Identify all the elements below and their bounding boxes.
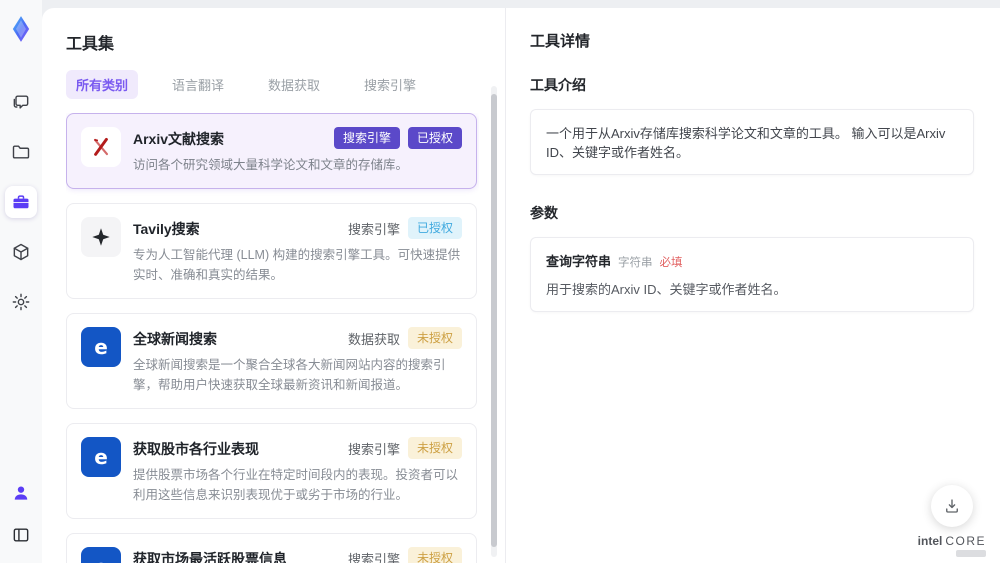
tool-status-badge: 未授权	[407, 547, 462, 563]
tool-name: 获取股市各行业表现	[133, 441, 259, 457]
parameter-name: 查询字符串	[546, 254, 612, 269]
category-tabs: 所有类别 语言翻译 数据获取 搜索引擎	[66, 70, 479, 99]
sidebar-item-toolbox[interactable]	[5, 186, 37, 218]
sidebar-item-models[interactable]	[5, 236, 37, 268]
tools-panel: 工具集 所有类别 语言翻译 数据获取 搜索引擎 Arxiv文献搜索 搜索引擎 已授权 访问各…	[42, 8, 505, 563]
news-icon: e	[81, 327, 121, 367]
page-title: 工具集	[66, 36, 115, 53]
app-logo-icon	[4, 12, 38, 46]
tool-description: 访问各个研究领域大量科学论文和文章的存储库。	[133, 158, 409, 172]
tool-intro-box: 一个用于从Arxiv存储库搜索科学论文和文章的工具。 输入可以是Arxiv ID…	[530, 109, 974, 175]
download-icon	[943, 497, 961, 515]
sidebar-bottom-items	[5, 477, 37, 551]
tool-card[interactable]: e 获取股市各行业表现 搜索引擎 未授权提供股票市场各个行业在特定时间段内的表现。投资…	[66, 423, 477, 519]
floating-corner-widgets: intel CORE	[918, 485, 986, 557]
tool-intro-text: 一个用于从Arxiv存储库搜索科学论文和文章的工具。 输入可以是Arxiv ID…	[546, 126, 946, 160]
tool-list: Arxiv文献搜索 搜索引擎 已授权 访问各个研究领域大量科学论文和文章的存储库。 Ta…	[66, 113, 479, 563]
tool-status-badge: 未授权	[407, 327, 462, 349]
app-sidebar	[0, 0, 42, 563]
cube-icon	[11, 242, 31, 262]
tool-detail-panel: 工具详情 工具介绍 一个用于从Arxiv存储库搜索科学论文和文章的工具。 输入可…	[505, 8, 1000, 563]
params-box: 查询字符串 字符串 必填用于搜索的Arxiv ID、关键字或作者姓名。	[530, 237, 974, 312]
tab-category-1[interactable]: 语言翻译	[162, 70, 234, 99]
tool-name: Tavily搜索	[133, 221, 200, 237]
tab-category-2[interactable]: 数据获取	[258, 70, 330, 99]
tool-card[interactable]: e获取市场最活跃股票信息搜索引擎未授权提供当天交易量最高的股票列表，投资者可以利…	[66, 533, 477, 563]
tool-name: Arxiv文献搜索	[133, 131, 225, 147]
core-brand-text: CORE	[945, 534, 986, 548]
sidebar-item-settings[interactable]	[5, 286, 37, 318]
tool-status-badge: 未授权	[407, 437, 462, 459]
tool-card[interactable]: Arxiv文献搜索 搜索引擎 已授权访问各个研究领域大量科学论文和文章的存储库。	[66, 113, 477, 189]
intel-sub-badge	[956, 550, 986, 557]
parameter-required-flag: 必填	[659, 257, 683, 269]
tool-category-badge: 搜索引擎	[347, 441, 400, 457]
tool-name: 全球新闻搜索	[133, 331, 217, 347]
sidebar-item-collapse-panel[interactable]	[5, 519, 37, 551]
detail-title: 工具详情	[530, 33, 591, 50]
main-surface: 工具集 所有类别 语言翻译 数据获取 搜索引擎 Arxiv文献搜索 搜索引擎 已授权 访问各…	[42, 8, 1000, 563]
gear-icon	[11, 292, 31, 312]
tool-category-badge: 数据获取	[347, 331, 400, 347]
tool-status-badge: 已授权	[407, 127, 462, 149]
user-icon	[11, 483, 31, 503]
parameter-item: 查询字符串 字符串 必填用于搜索的Arxiv ID、关键字或作者姓名。	[546, 251, 958, 298]
tab-category-3[interactable]: 搜索引擎	[354, 70, 426, 99]
tool-name: 获取市场最活跃股票信息	[133, 551, 287, 563]
tool-card[interactable]: Tavily搜索 搜索引擎 已授权专为人工智能代理 (LLM) 构建的搜索引擎工具。…	[66, 203, 477, 299]
tool-category-badge: 搜索引擎	[347, 221, 400, 237]
news-icon: e	[81, 437, 121, 477]
parameter-description: 用于搜索的Arxiv ID、关键字或作者姓名。	[546, 282, 787, 297]
panel-icon	[11, 525, 31, 545]
news-icon: e	[81, 547, 121, 563]
download-button[interactable]	[930, 485, 973, 527]
sidebar-item-user[interactable]	[5, 477, 37, 509]
tool-description: 提供股票市场各个行业在特定时间段内的表现。投资者可以利用这些信息来识别表现优于或…	[133, 468, 459, 502]
parameter-type: 字符串	[618, 257, 653, 269]
star-icon	[81, 217, 121, 257]
folder-icon	[11, 142, 31, 162]
chat-icon	[11, 92, 31, 112]
intro-section-title: 工具介绍	[530, 77, 586, 93]
params-section-title: 参数	[530, 205, 558, 221]
sidebar-items	[5, 86, 37, 318]
tool-list-scrollbar[interactable]	[491, 86, 497, 557]
intel-core-logo: intel CORE	[918, 534, 986, 557]
briefcase-icon	[11, 192, 31, 212]
tool-card[interactable]: e 全球新闻搜索 数据获取 未授权全球新闻搜索是一个聚合全球各大新闻网站内容的搜索引擎…	[66, 313, 477, 409]
intel-brand-text: intel	[917, 534, 943, 548]
tool-description: 专为人工智能代理 (LLM) 构建的搜索引擎工具。可快速提供实时、准确和真实的结…	[133, 248, 461, 282]
tool-status-badge: 已授权	[407, 217, 462, 239]
tool-category-badge: 搜索引擎	[347, 551, 400, 563]
sidebar-item-chat[interactable]	[5, 86, 37, 118]
scrollbar-thumb[interactable]	[491, 94, 497, 547]
tab-category-0[interactable]: 所有类别	[66, 70, 139, 99]
sidebar-item-folder[interactable]	[5, 136, 37, 168]
tool-description: 全球新闻搜索是一个聚合全球各大新闻网站内容的搜索引擎，帮助用户快速获取全球最新资…	[133, 358, 446, 392]
tool-category-badge: 搜索引擎	[333, 127, 400, 149]
arxiv-icon	[81, 127, 121, 167]
